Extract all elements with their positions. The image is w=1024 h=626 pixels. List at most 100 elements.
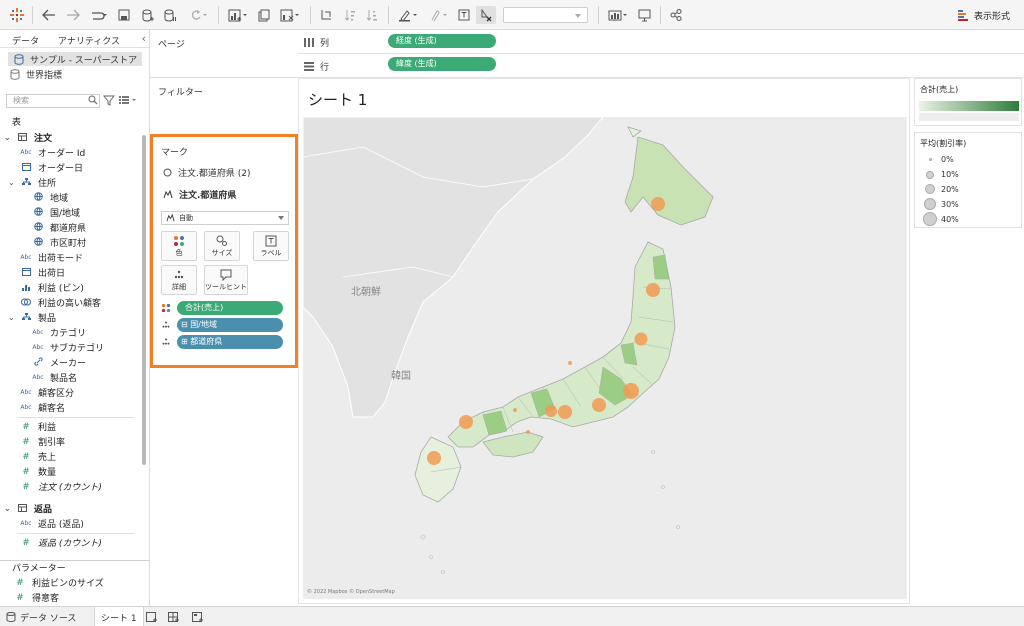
dimension-field[interactable]: 市区町村 bbox=[30, 235, 86, 250]
parameter-item[interactable]: # 利益ビンのサイズ bbox=[12, 575, 104, 590]
pause-datasource-icon[interactable] bbox=[162, 6, 178, 24]
dimension-field[interactable]: ⌄ 住所 bbox=[8, 175, 56, 190]
dimension-field[interactable]: Abc 返品 (返品) bbox=[18, 516, 84, 531]
show-mark-labels-icon[interactable] bbox=[456, 6, 472, 24]
mark-type-select[interactable]: 自動 bbox=[161, 211, 289, 225]
parameter-label: 得意客 bbox=[32, 594, 60, 604]
color-legend-title: 合計(売上) bbox=[920, 85, 959, 94]
sheet-title[interactable]: シート 1 bbox=[308, 89, 367, 110]
marks-pill-row: 合計(売上) bbox=[161, 301, 283, 315]
tab-data[interactable]: データ bbox=[12, 34, 39, 47]
color-icon bbox=[174, 236, 184, 246]
dimension-field[interactable]: Abc 顧客区分 bbox=[18, 385, 74, 400]
tab-analytics[interactable]: アナリティクス bbox=[58, 34, 120, 47]
map-credit[interactable]: © 2022 Mapbox © OpenStreetMap bbox=[307, 589, 395, 595]
dimension-field[interactable]: 地域 bbox=[30, 190, 68, 205]
data-pane-tabs: データ アナリティクス ‹ bbox=[0, 30, 149, 48]
presentation-mode-icon[interactable] bbox=[636, 6, 652, 24]
table-header[interactable]: ⌄ 注文 bbox=[4, 130, 52, 145]
map[interactable]: 北朝鮮 韓国 © 2022 Mapbox © OpenStreetMap bbox=[303, 117, 907, 599]
replay-icon[interactable] bbox=[88, 6, 112, 24]
dimension-field[interactable]: ⌄ 製品 bbox=[8, 310, 56, 325]
highlight-icon[interactable] bbox=[396, 6, 422, 24]
marks-pill-country[interactable]: ⊟ 国/地域 bbox=[177, 318, 283, 332]
show-hide-cards-icon[interactable] bbox=[606, 6, 632, 24]
dimension-field[interactable]: 利益 (ビン) bbox=[18, 280, 84, 295]
measure-field[interactable]: # 売上 bbox=[18, 449, 56, 464]
chevron-down-icon[interactable]: ⌄ bbox=[4, 133, 14, 142]
tableau-logo-icon[interactable] bbox=[8, 6, 26, 24]
show-me-button[interactable]: 表示形式 bbox=[958, 8, 1010, 22]
dimension-field[interactable]: 利益の高い顧客 bbox=[18, 295, 101, 310]
marks-layer-prefecture-2[interactable]: 注文.都道府県 (2) bbox=[163, 165, 250, 179]
undo-arrow-icon[interactable] bbox=[40, 6, 58, 24]
search-input[interactable]: 検索 bbox=[6, 94, 100, 108]
search-icon[interactable] bbox=[88, 95, 98, 105]
share-icon[interactable] bbox=[668, 6, 684, 24]
field-label: 市区町村 bbox=[50, 239, 87, 249]
chevron-down-icon[interactable]: ⌄ bbox=[4, 504, 14, 513]
measure-field[interactable]: # 注文 (カウント) bbox=[18, 479, 102, 494]
dimension-field[interactable]: メーカー bbox=[30, 355, 86, 370]
columns-shelf[interactable]: 列 経度 (生成) bbox=[298, 30, 1024, 54]
color-legend[interactable]: 合計(売上) bbox=[914, 78, 1022, 126]
new-worksheet-icon[interactable] bbox=[226, 6, 252, 24]
duplicate-sheet-icon[interactable] bbox=[256, 6, 272, 24]
clear-sheet-icon[interactable] bbox=[278, 6, 304, 24]
detail-button[interactable]: 詳細 bbox=[161, 265, 197, 295]
measure-field[interactable]: # 返品 (カウント) bbox=[18, 535, 102, 550]
chevron-down-icon[interactable]: ⌄ bbox=[8, 313, 18, 322]
dimension-field[interactable]: Abc 顧客名 bbox=[18, 400, 65, 415]
dimension-field[interactable]: 都道府県 bbox=[30, 220, 86, 235]
datasource-world-indicators[interactable]: 世界指標 bbox=[10, 67, 62, 81]
chevron-down-icon[interactable]: ⌄ bbox=[8, 178, 18, 187]
group-members-icon[interactable] bbox=[426, 6, 452, 24]
rows-pill-latitude[interactable]: 緯度 (生成) bbox=[388, 57, 496, 71]
dimension-field[interactable]: Abc オーダー Id bbox=[18, 145, 85, 160]
dimension-field[interactable]: Abc サブカテゴリ bbox=[30, 340, 104, 355]
redo-arrow-icon[interactable] bbox=[64, 6, 82, 24]
measure-field[interactable]: # 利益 bbox=[18, 419, 56, 434]
dimension-field[interactable]: 出荷日 bbox=[18, 265, 65, 280]
dimension-field[interactable]: 国/地域 bbox=[30, 205, 80, 220]
sort-descending-icon[interactable] bbox=[364, 6, 380, 24]
marks-pill-sum-sales[interactable]: 合計(売上) bbox=[177, 301, 283, 315]
fit-dropdown[interactable] bbox=[503, 7, 588, 23]
new-story-tab-icon[interactable] bbox=[192, 607, 204, 626]
sheet-tab[interactable]: シート 1 bbox=[94, 607, 144, 626]
dimension-field[interactable]: Abc 製品名 bbox=[30, 370, 77, 385]
datasource-superstore[interactable]: サンプル - スーパーストア bbox=[8, 52, 142, 66]
label-button[interactable]: ラベル bbox=[253, 231, 289, 261]
measure-field[interactable]: # 割引率 bbox=[18, 434, 65, 449]
color-button[interactable]: 色 bbox=[161, 231, 197, 261]
parameter-item[interactable]: # 得意客 bbox=[12, 590, 59, 605]
filter-icon[interactable] bbox=[103, 94, 115, 106]
dimension-field[interactable]: オーダー日 bbox=[18, 160, 83, 175]
sort-ascending-icon[interactable] bbox=[342, 6, 358, 24]
tooltip-button[interactable]: ツールヒント bbox=[204, 265, 248, 295]
new-datasource-icon[interactable] bbox=[140, 6, 156, 24]
data-pane-scrollbar[interactable] bbox=[142, 135, 146, 465]
swap-axes-icon[interactable] bbox=[318, 6, 334, 24]
view-options-icon[interactable] bbox=[119, 95, 137, 105]
size-legend[interactable]: 平均(割引率) 0% 10% 20% 30% 40% bbox=[914, 132, 1022, 228]
measure-field[interactable]: # 数量 bbox=[18, 464, 56, 479]
size-button[interactable]: サイズ bbox=[204, 231, 240, 261]
collapse-pane-icon[interactable]: ‹ bbox=[142, 32, 146, 45]
new-worksheet-tab-icon[interactable] bbox=[146, 607, 158, 626]
filters-card[interactable]: フィルター bbox=[150, 78, 298, 134]
dimension-field[interactable]: Abc 出荷モード bbox=[18, 250, 83, 265]
new-dashboard-tab-icon[interactable] bbox=[168, 607, 180, 626]
columns-pill-longitude[interactable]: 経度 (生成) bbox=[388, 34, 496, 48]
table-header[interactable]: ⌄ 返品 bbox=[4, 501, 52, 516]
rows-shelf[interactable]: 行 緯度 (生成) bbox=[298, 54, 1024, 78]
fix-axes-icon[interactable] bbox=[476, 6, 496, 24]
marks-pill-prefecture[interactable]: ⊞ 都道府県 bbox=[177, 335, 283, 349]
dimension-field[interactable]: Abc カテゴリ bbox=[30, 325, 86, 340]
pages-card[interactable]: ページ bbox=[150, 30, 298, 78]
marks-layer-prefecture[interactable]: 注文.都道府県 bbox=[163, 187, 236, 201]
datasource-tab[interactable]: データ ソース bbox=[6, 607, 76, 626]
refresh-icon[interactable] bbox=[186, 6, 212, 24]
filters-label: フィルター bbox=[158, 88, 203, 98]
save-icon[interactable] bbox=[116, 6, 132, 24]
